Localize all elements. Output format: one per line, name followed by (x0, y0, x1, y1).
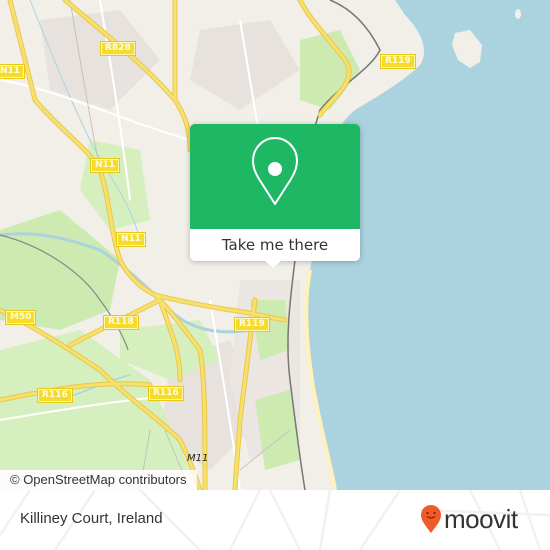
popup-header (190, 124, 360, 229)
road-label-n11-mid: N11 (89, 158, 121, 173)
map-pin-icon (252, 137, 298, 205)
popup-pointer (264, 260, 282, 268)
footer: Killiney Court, Ireland moovit (0, 490, 550, 550)
place-name: Killiney Court, Ireland (20, 510, 163, 527)
road-label-n11-lower: N11 (115, 232, 147, 247)
road-label-r828: R828 (100, 41, 136, 56)
moovit-wordmark: moovit (444, 504, 518, 534)
map[interactable]: R828 N11 N11 N11 R119 M50 R118 R119 R116… (0, 0, 550, 490)
moovit-logo[interactable]: moovit (420, 504, 518, 534)
road-label-r118: R118 (103, 315, 139, 330)
location-popup: Take me there (190, 124, 360, 268)
motorway-label-m11: M11 (187, 453, 209, 464)
road-label-r116-mid: R116 (148, 386, 184, 401)
take-me-there-button[interactable]: Take me there (190, 229, 360, 261)
road-label-m50: M50 (4, 310, 37, 325)
road-label-r119-top: R119 (380, 54, 416, 69)
moovit-pin-icon (421, 505, 441, 533)
road-label-n11-top: N11 (0, 64, 26, 79)
road-label-r116-left: R116 (37, 388, 73, 403)
map-attribution[interactable]: © OpenStreetMap contributors (0, 470, 197, 490)
road-label-r119-mid: R119 (234, 317, 270, 332)
